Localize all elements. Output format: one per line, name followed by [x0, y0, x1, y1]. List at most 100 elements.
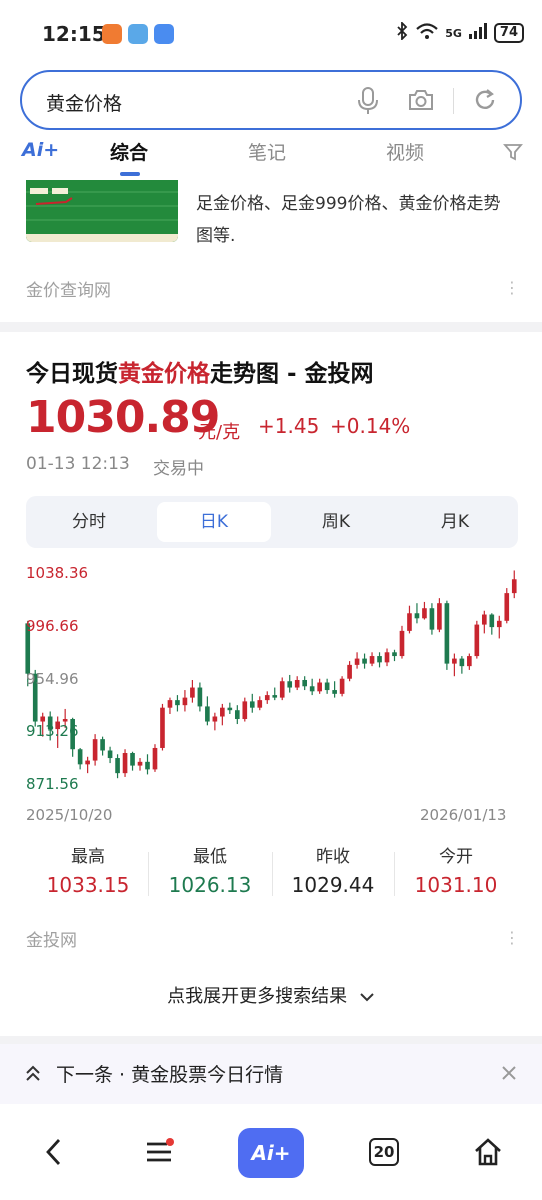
result-snippet: 足金价格、足金999价格、黄金价格走势图等. [196, 194, 501, 246]
y-tick-label-0: 1038.36 [26, 564, 89, 582]
stat-open: 今开 1031.10 [396, 842, 516, 897]
menu-button[interactable] [135, 1128, 183, 1176]
card-title[interactable]: 今日现货黄金价格走势图 - 金投网 [26, 354, 374, 388]
stat-prev-close-label: 昨收 [316, 847, 350, 867]
stat-high: 最高 1033.15 [28, 842, 148, 897]
candle [197, 682, 203, 712]
trading-status: 交易中 [153, 459, 204, 479]
candle [92, 734, 98, 766]
candle-body [130, 753, 135, 766]
ai-button-label: Ai+ [251, 1141, 291, 1165]
status-bar: 12:15 5G 74 [0, 0, 542, 64]
candle [437, 598, 442, 633]
next-result-label: 下一条 · 黄金股票今日行情 [56, 1064, 284, 1086]
candle [205, 696, 210, 726]
candle-body [197, 687, 203, 707]
candle [496, 615, 502, 639]
period-daily[interactable]: 日K [157, 502, 271, 542]
candle-body [242, 701, 248, 720]
candle [407, 605, 412, 634]
candle [302, 676, 308, 691]
candle-body [324, 682, 330, 691]
tab-notes[interactable]: 笔记 [248, 138, 286, 165]
candle [392, 649, 397, 662]
candle-body [294, 679, 300, 688]
ai-assistant-button[interactable]: Ai+ [238, 1128, 304, 1178]
candle-body [182, 697, 188, 706]
filter-icon[interactable] [503, 142, 523, 166]
microphone-icon[interactable] [356, 86, 380, 120]
more-options-icon[interactable]: ⋮ [504, 928, 520, 947]
status-time: 12:15 [42, 22, 106, 46]
candle-body [257, 700, 263, 708]
candle-body [481, 614, 487, 625]
result-source[interactable]: 金投网 [26, 926, 77, 951]
result-card-jinjia[interactable]: 足金价格、足金999价格、黄金价格走势图等. 金价查询网 ⋮ [0, 176, 542, 322]
camera-icon[interactable] [407, 88, 435, 116]
candle [264, 691, 270, 704]
candle-body [347, 664, 352, 679]
close-icon[interactable] [500, 1064, 518, 1086]
signal-icon [468, 22, 488, 44]
candle-body [452, 658, 457, 664]
back-button[interactable] [30, 1128, 78, 1176]
candlestick-chart[interactable] [24, 560, 518, 790]
candle-body [234, 710, 240, 720]
candle-body [339, 678, 345, 694]
candle-body [422, 608, 427, 619]
candle-body [145, 761, 150, 770]
candle [459, 656, 465, 674]
candle [317, 678, 322, 694]
candle-body [362, 658, 367, 664]
candle-body [354, 658, 360, 665]
stat-prev-close: 昨收 1029.44 [273, 842, 393, 897]
candle-body [504, 593, 510, 621]
result-source[interactable]: 金价查询网 [26, 276, 111, 301]
candle [175, 695, 180, 712]
tabs-button[interactable]: 20 [360, 1128, 408, 1176]
candle-body [249, 701, 255, 708]
tab-videos[interactable]: 视频 [386, 138, 424, 165]
period-weekly[interactable]: 周K [279, 502, 393, 542]
period-intraday[interactable]: 分时 [32, 502, 146, 542]
candle [190, 679, 195, 703]
candle-body [317, 682, 322, 692]
candle-body [264, 695, 270, 701]
candle [122, 749, 128, 777]
search-box[interactable]: 黄金价格 [20, 70, 522, 130]
candle [339, 676, 345, 697]
stat-open-label: 今开 [439, 847, 473, 867]
ai-plus-tab[interactable]: Ai+ [22, 139, 59, 161]
candle [234, 705, 240, 725]
candle [377, 652, 382, 668]
candle [152, 744, 158, 772]
expand-more-results-button[interactable]: 点我展开更多搜索结果 [0, 982, 542, 1008]
candle-body [175, 700, 180, 706]
candle-body [272, 695, 278, 698]
bottom-navigation: Ai+ 20 [0, 1104, 542, 1200]
x-start-date: 2025/10/20 [26, 806, 113, 824]
home-button[interactable] [464, 1128, 512, 1176]
refresh-icon[interactable] [472, 87, 498, 117]
next-result-bar[interactable]: 下一条 · 黄金股票今日行情 [0, 1044, 542, 1104]
more-options-icon[interactable]: ⋮ [504, 278, 520, 297]
candle [399, 625, 405, 659]
candle-body [459, 658, 465, 667]
candle [182, 690, 188, 712]
candle [85, 756, 90, 774]
tab-comprehensive[interactable]: 综合 [110, 138, 148, 165]
candle [481, 610, 487, 634]
candle-body [444, 603, 450, 664]
search-query[interactable]: 黄金价格 [46, 89, 122, 116]
candle [287, 674, 293, 693]
candle-body [77, 749, 83, 765]
candle [227, 702, 233, 714]
candle [489, 613, 495, 635]
candle-body [287, 681, 293, 688]
candle [369, 652, 375, 667]
candle [332, 681, 337, 698]
candle [324, 678, 330, 694]
candle [130, 751, 135, 771]
candle [467, 653, 472, 670]
period-monthly[interactable]: 月K [398, 502, 512, 542]
